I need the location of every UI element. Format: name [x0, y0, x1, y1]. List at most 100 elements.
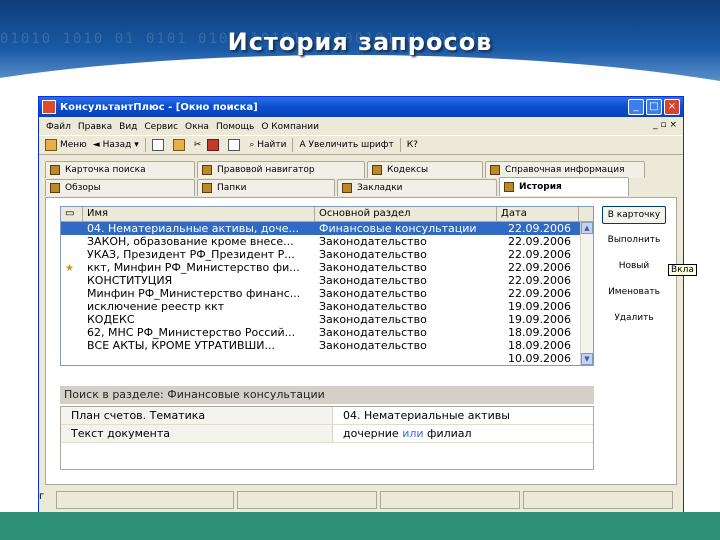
row-section: Законодательство — [319, 261, 427, 274]
find-button[interactable]: ⌕ Найти — [249, 140, 286, 150]
window-titlebar[interactable]: КонсультантПлюс - [Окно поиска] _ □ × — [39, 97, 683, 117]
list-item[interactable]: 04. Нематериальные активы, доче... Финанс… — [61, 222, 593, 235]
row-section: Законодательство — [319, 287, 427, 300]
open-button[interactable] — [172, 139, 188, 151]
search-conditions: План счетов. Тематика 04. Нематериальные… — [60, 406, 594, 470]
search-row[interactable]: Текст документа дочерние или филиал — [61, 425, 593, 443]
row-date: 10.09.2006 — [508, 352, 571, 365]
menu-help[interactable]: Помощь — [216, 122, 254, 132]
mdi-controls[interactable]: _ ▫ × — [653, 120, 677, 130]
folder-header-icon[interactable]: ▭ — [61, 207, 83, 221]
rename-button[interactable]: Именовать — [602, 284, 666, 302]
list-item[interactable]: исключение реестр ккт Законодательство 19.… — [61, 300, 593, 313]
status-left: г — [39, 491, 53, 509]
back-button[interactable]: ◄ Назад ▾ — [93, 140, 139, 150]
row-icon — [61, 352, 83, 365]
list-item[interactable]: ★ ккт, Минфин РФ_Министерство фи... Законо… — [61, 261, 593, 274]
execute-button[interactable]: Выполнить — [602, 232, 666, 250]
minimize-button[interactable]: _ — [628, 99, 644, 115]
tab-codes[interactable]: Кодексы — [367, 161, 483, 178]
menu-view[interactable]: Вид — [119, 122, 137, 132]
new-doc-button[interactable] — [151, 139, 167, 151]
row-date: 22.09.2006 — [508, 235, 571, 248]
menu-file[interactable]: Файл — [46, 122, 71, 132]
save-button[interactable] — [207, 139, 222, 151]
status-cell — [56, 491, 234, 509]
tabs-row-2: Обзоры Папки Закладки История — [45, 177, 677, 196]
row-name: УКАЗ, Президент РФ_Президент Р... — [87, 248, 295, 261]
list-item[interactable]: УКАЗ, Президент РФ_Президент Р... Законод… — [61, 248, 593, 261]
star-icon: ★ — [65, 263, 74, 274]
search-field-value: 04. Нематериальные активы — [343, 409, 510, 422]
status-bar: г — [39, 491, 683, 511]
search-row[interactable]: План счетов. Тематика 04. Нематериальные… — [61, 407, 593, 425]
row-section: Законодательство — [319, 339, 427, 352]
menu-button[interactable]: Меню — [45, 139, 87, 151]
row-icon — [61, 313, 83, 326]
row-name: КОДЕКС — [87, 313, 135, 326]
row-icon — [61, 222, 83, 235]
toolbar: Меню ◄ Назад ▾ ✂ ⌕ Найти A Увеличить шри… — [39, 135, 683, 155]
status-cell — [237, 491, 377, 509]
save-icon — [207, 139, 220, 151]
menu-windows[interactable]: Окна — [185, 122, 209, 132]
binoculars-icon: ⌕ — [249, 140, 258, 150]
scissors-icon: ✂ — [193, 140, 202, 150]
toolbar-separator — [399, 138, 401, 152]
list-scrollbar[interactable]: ▲ ▼ — [580, 222, 593, 365]
status-cell — [380, 491, 520, 509]
slide-header: 01010 1010 01 0101 0101010101 10100101 0… — [0, 0, 720, 90]
list-item[interactable]: КОНСТИТУЦИЯ Законодательство 22.09.2006 — [61, 274, 593, 287]
toolbar-separator — [292, 138, 294, 152]
row-section: Законодательство — [319, 300, 427, 313]
list-header: ▭ Имя Основной раздел Дата — [61, 207, 593, 222]
close-button[interactable]: × — [664, 99, 680, 115]
column-header-date[interactable]: Дата — [497, 207, 579, 221]
folder-icon — [202, 183, 212, 193]
help-button[interactable]: К? — [407, 140, 418, 150]
delete-button[interactable]: Удалить — [602, 310, 666, 328]
scroll-up-button[interactable]: ▲ — [581, 222, 593, 234]
printer-icon — [228, 139, 241, 151]
maximize-button[interactable]: □ — [646, 99, 662, 115]
row-date: 22.09.2006 — [508, 287, 571, 300]
list-item[interactable]: ЗАКОН, образование кроме внесе... Законод… — [61, 235, 593, 248]
search-field-value: дочерние или филиал — [343, 427, 472, 440]
status-cell — [523, 491, 673, 509]
row-date: 22.09.2006 — [508, 248, 571, 261]
row-icon — [61, 287, 83, 300]
to-card-button[interactable]: В карточку — [602, 206, 666, 224]
new-button[interactable]: Новый — [602, 258, 666, 276]
menu-edit[interactable]: Правка — [78, 122, 112, 132]
tab-bookmarks[interactable]: Закладки — [337, 179, 497, 196]
window-title: КонсультантПлюс - [Окно поиска] — [60, 101, 258, 113]
list-item[interactable]: ВСЕ АКТЫ, КРОМЕ УТРАТИВШИ... Законодатель… — [61, 339, 593, 352]
column-header-section[interactable]: Основной раздел — [315, 207, 497, 221]
font-size-button[interactable]: A Увеличить шрифт — [299, 140, 393, 150]
tab-reference-info[interactable]: Справочная информация — [485, 161, 645, 178]
list-item[interactable]: КОДЕКС Законодательство 19.09.2006 — [61, 313, 593, 326]
chevron-down-icon: ▾ — [131, 140, 139, 150]
list-item[interactable]: Минфин РФ_Министерство финанс... Законода… — [61, 287, 593, 300]
print-button[interactable] — [228, 139, 243, 151]
menu-service[interactable]: Сервис — [144, 122, 178, 132]
row-icon — [61, 274, 83, 287]
menu-about[interactable]: О Компании — [261, 122, 319, 132]
row-date: 22.09.2006 — [508, 261, 571, 274]
back-arrow-icon: ◄ — [92, 140, 103, 150]
row-icon — [61, 235, 83, 248]
reviews-icon — [50, 183, 60, 193]
history-list: ▭ Имя Основной раздел Дата 04. Нематериа… — [60, 206, 594, 366]
list-item[interactable]: 10.09.2006 — [61, 352, 593, 365]
cut-button[interactable]: ✂ — [194, 140, 202, 150]
tab-history[interactable]: История — [499, 177, 629, 196]
tab-folders[interactable]: Папки — [197, 179, 335, 196]
tab-legal-navigator[interactable]: Правовой навигатор — [197, 161, 365, 178]
list-item[interactable]: 62, МНС РФ_Министерство Россий... Законод… — [61, 326, 593, 339]
tab-reviews[interactable]: Обзоры — [45, 179, 195, 196]
column-header-name[interactable]: Имя — [83, 207, 315, 221]
row-icon — [61, 300, 83, 313]
tab-search-card[interactable]: Карточка поиска — [45, 161, 195, 178]
row-icon — [61, 339, 83, 352]
scroll-down-button[interactable]: ▼ — [581, 353, 593, 365]
